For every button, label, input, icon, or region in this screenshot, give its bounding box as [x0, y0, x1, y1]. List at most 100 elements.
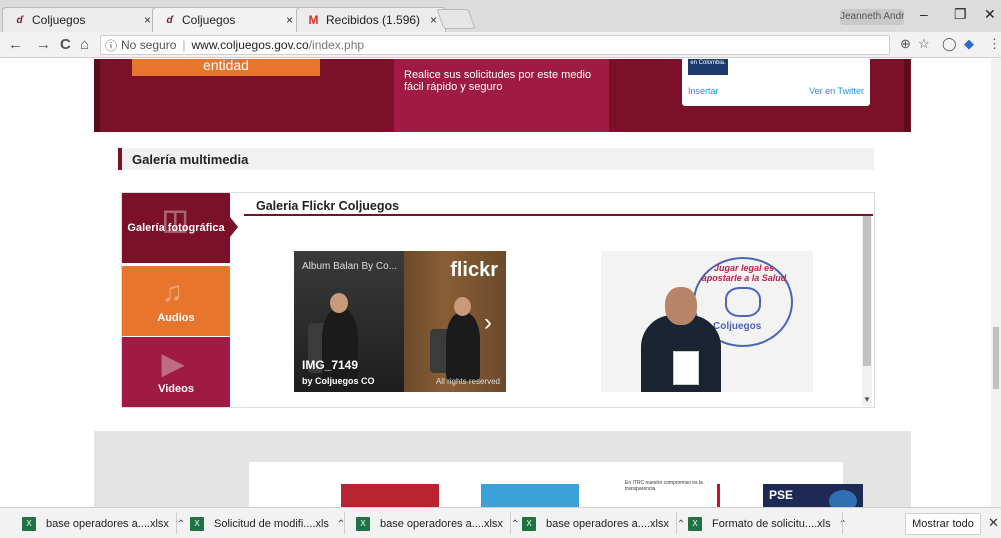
page-viewport: entidad Realice sus solicitudes por este…: [0, 59, 1001, 507]
scrollbar-thumb[interactable]: [863, 216, 871, 366]
forward-icon[interactable]: →: [36, 36, 51, 53]
excel-file-icon: X: [22, 517, 36, 531]
download-item[interactable]: X base operadores a....xlsx ⌃: [22, 515, 185, 533]
photo-head: [330, 293, 348, 313]
solicitudes-promo[interactable]: Realice sus solicitudes por este medio f…: [394, 59, 609, 132]
tab-gmail[interactable]: M Recibidos (1.596) - jsoto ×: [296, 7, 446, 32]
flickr-logo: flickr: [450, 259, 498, 281]
campaign-photo[interactable]: Jugar legal es apostarle a la Salud Colj…: [601, 251, 813, 392]
photo-author[interactable]: by Coljuegos CO: [302, 376, 375, 386]
page-scrollbar[interactable]: [991, 59, 1001, 507]
photo-head: [665, 287, 697, 325]
minimize-icon[interactable]: –: [920, 6, 928, 22]
tab-label: Videos: [158, 383, 194, 395]
pse-logo-icon: [829, 490, 857, 507]
links-band: En ITRC nuestro compromiso es la transpa…: [94, 431, 911, 507]
download-filename: Formato de solicitu....xls: [712, 518, 831, 530]
download-filename: Solicitud de modifi....xls: [214, 518, 329, 530]
download-item[interactable]: X Solicitud de modifi....xls ⌃: [190, 515, 345, 533]
flickr-slideshow[interactable]: Album Balan By Co... flickr › IMG_7149 b…: [294, 251, 506, 392]
hero-stripe: [904, 59, 910, 132]
profile-chip[interactable]: Jeanneth Andr...: [840, 9, 904, 25]
coljuegos-favicon-icon: ɗ: [166, 14, 173, 26]
show-all-downloads-button[interactable]: Mostrar todo: [905, 513, 981, 535]
download-shelf: X base operadores a....xlsx ⌃ X Solicitu…: [0, 507, 1001, 538]
maximize-icon[interactable]: ❐: [954, 6, 967, 23]
download-item[interactable]: X Formato de solicitu....xls ⌃: [688, 515, 847, 533]
next-arrow-icon[interactable]: ›: [484, 309, 492, 337]
tab-coljuegos-2[interactable]: ɗ Coljuegos ×: [152, 7, 302, 32]
multimedia-gallery: ◫ Galería fotográfica ♫ Audios ▶ Videos …: [121, 192, 875, 408]
itrc-bar: [717, 484, 720, 507]
tab-coljuegos-1[interactable]: ɗ Coljuegos ×: [2, 7, 160, 32]
twitter-embed: en Colombia. Insertar Ver en Twitter: [682, 59, 870, 106]
video-icon: ▶: [162, 348, 184, 379]
tab-title: Recibidos (1.596) - jsoto: [326, 13, 424, 27]
twitter-insert-link[interactable]: Insertar: [688, 86, 719, 96]
twitter-view-link[interactable]: Ver en Twitter: [809, 86, 864, 96]
info-icon[interactable]: ⓘ: [105, 37, 117, 54]
hero-stripe: [94, 59, 100, 132]
camera-icon: ◫: [162, 204, 189, 235]
entidad-button[interactable]: entidad: [132, 59, 320, 76]
address-bar[interactable]: ⓘ No seguro | www.coljuegos.gov.co /inde…: [100, 35, 890, 55]
tab-title: Coljuegos: [32, 13, 86, 27]
shelf-divider: [344, 512, 345, 534]
itrc-text: En ITRC nuestro compromiso es la transpa…: [625, 480, 703, 492]
close-shelf-icon[interactable]: ✕: [988, 515, 999, 531]
photo-person: [446, 313, 480, 381]
extension-icon[interactable]: ◆: [964, 36, 974, 52]
window-close-icon[interactable]: ✕: [984, 6, 996, 23]
links-card: En ITRC nuestro compromiso es la transpa…: [249, 462, 863, 507]
promo-text: Realice sus solicitudes por este medio f…: [404, 69, 592, 93]
chevron-up-icon[interactable]: ⌃: [677, 519, 685, 530]
chevron-up-icon[interactable]: ⌃: [511, 519, 519, 530]
scrollbar-thumb[interactable]: [993, 327, 999, 389]
link-thumbnail[interactable]: [341, 484, 439, 507]
bookmark-star-icon[interactable]: ☆: [918, 36, 930, 52]
tab-close-icon[interactable]: ×: [430, 13, 437, 27]
new-tab-button[interactable]: [436, 9, 476, 29]
active-tab-pointer: [230, 217, 238, 237]
zoom-icon[interactable]: ⊕: [900, 36, 911, 52]
address-separator: |: [182, 38, 186, 52]
download-item[interactable]: X base operadores a....xlsx ⌃: [522, 515, 685, 533]
tweet-thumbnail[interactable]: en Colombia.: [688, 59, 728, 75]
pse-label: PSE: [769, 488, 794, 502]
seal-text: Jugar legal es apostarle a la Salud: [701, 263, 787, 283]
gallery-title: Galeria Flickr Coljuegos: [256, 199, 400, 213]
url-host: www.coljuegos.gov.co: [191, 38, 309, 52]
pse-thumbnail[interactable]: PSE: [763, 484, 863, 507]
menu-icon[interactable]: ⋮: [988, 36, 1001, 52]
browser-toolbar: ← → C ⌂ ⓘ No seguro | www.coljuegos.gov.…: [0, 32, 1001, 58]
link-thumbnail[interactable]: [481, 484, 579, 507]
gmail-favicon-icon: M: [308, 13, 319, 27]
itrc-thumbnail[interactable]: En ITRC nuestro compromiso es la transpa…: [621, 480, 721, 507]
back-icon[interactable]: ←: [8, 36, 23, 53]
download-item[interactable]: X base operadores a....xlsx ⌃: [356, 515, 519, 533]
home-icon[interactable]: ⌂: [80, 36, 89, 53]
photo-caption: IMG_7149: [302, 358, 359, 372]
tab-audios[interactable]: ♫ Audios: [122, 266, 230, 336]
gallery-scrollbar[interactable]: ▼: [862, 216, 872, 406]
thumbs-up-icon: [725, 287, 761, 317]
gallery-divider: [244, 214, 873, 216]
tab-photo-gallery[interactable]: ◫ Galería fotográfica: [122, 193, 230, 263]
tab-close-icon[interactable]: ×: [286, 13, 293, 27]
tab-videos[interactable]: ▶ Videos: [122, 337, 230, 407]
excel-file-icon: X: [190, 517, 204, 531]
extension-icon[interactable]: ◯: [942, 36, 957, 52]
scroll-down-icon[interactable]: ▼: [863, 395, 871, 404]
reload-icon[interactable]: C: [60, 36, 71, 53]
shelf-divider: [176, 512, 177, 534]
chevron-up-icon[interactable]: ⌃: [177, 519, 185, 530]
browser-tab-strip: ɗ Coljuegos × ɗ Coljuegos × M Recibidos …: [0, 0, 1001, 32]
excel-file-icon: X: [688, 517, 702, 531]
shelf-divider: [676, 512, 677, 534]
shelf-divider: [842, 512, 843, 534]
excel-file-icon: X: [522, 517, 536, 531]
tab-close-icon[interactable]: ×: [144, 13, 151, 27]
download-filename: base operadores a....xlsx: [546, 518, 669, 530]
tab-label: Audios: [157, 312, 195, 324]
photo-rights: All rights reserved: [435, 377, 500, 386]
